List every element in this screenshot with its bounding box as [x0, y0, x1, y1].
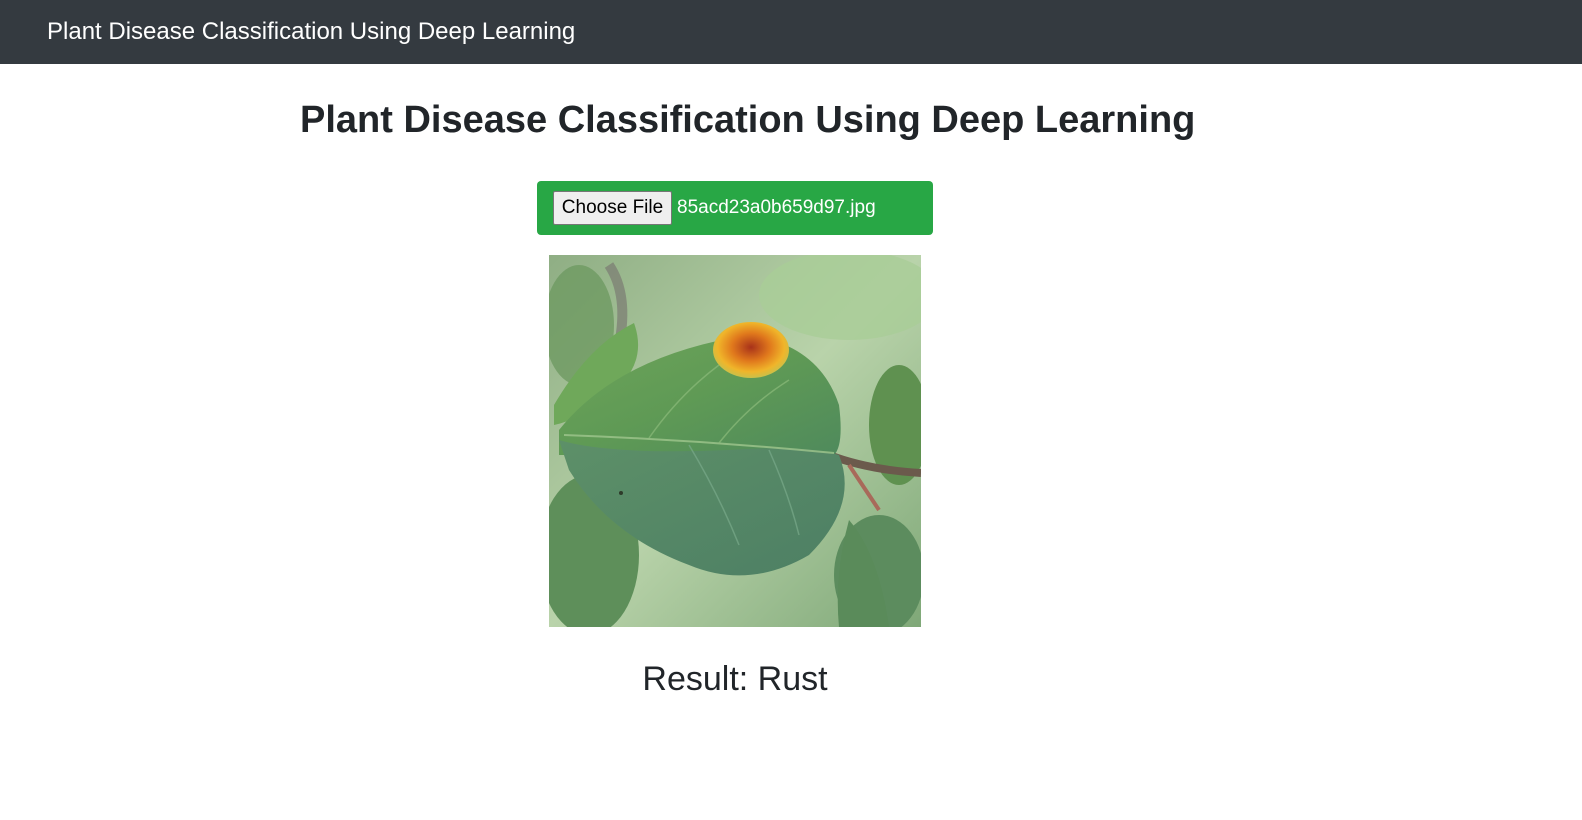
navbar-brand[interactable]: Plant Disease Classification Using Deep … [47, 16, 575, 48]
selected-file-name: 85acd23a0b659d97.jpg [677, 197, 876, 218]
choose-file-button[interactable]: Choose File [553, 191, 672, 225]
result-label: Result: Rust [642, 660, 828, 698]
uploaded-leaf-image [549, 255, 921, 627]
file-upload-form: Choose File 85acd23a0b659d97.jpg [537, 181, 933, 235]
page-title: Plant Disease Classification Using Deep … [300, 99, 1196, 141]
leaf-photo-illustration [549, 255, 921, 627]
navbar: Plant Disease Classification Using Deep … [0, 0, 1582, 64]
